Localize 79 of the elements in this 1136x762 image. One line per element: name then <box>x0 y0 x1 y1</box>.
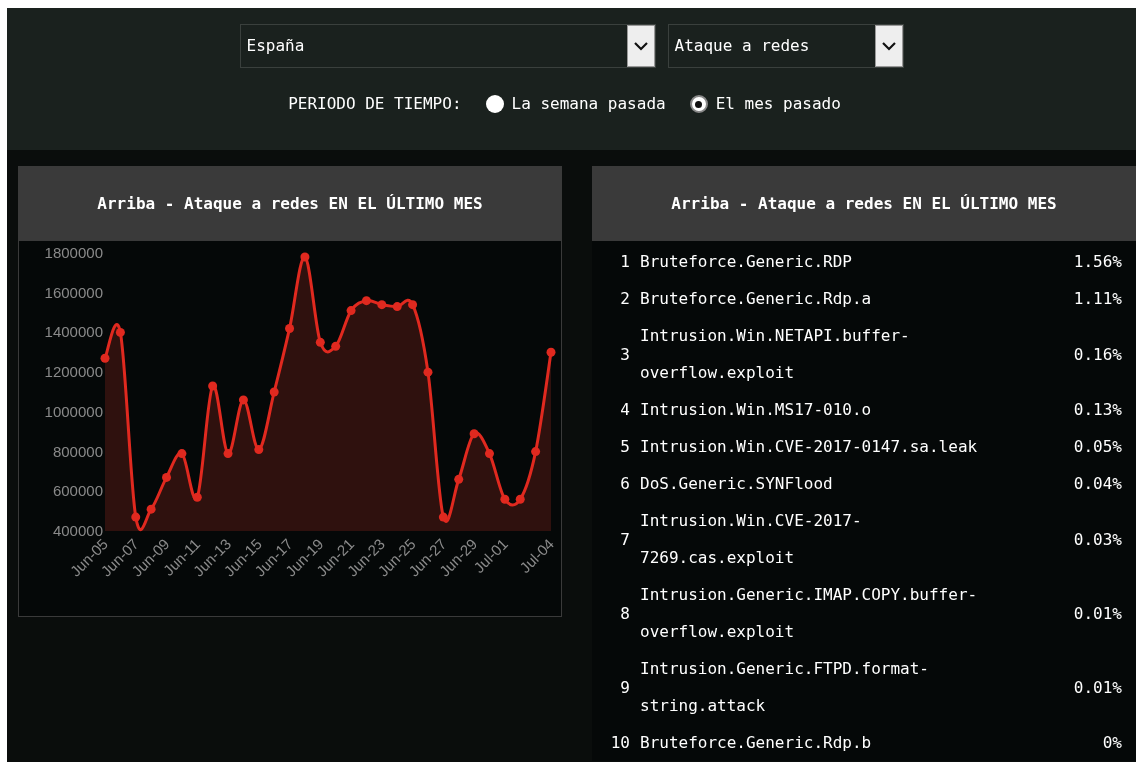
data-point <box>162 472 171 482</box>
data-point <box>392 302 402 312</box>
rank-number: 9 <box>619 676 631 699</box>
data-point <box>377 300 387 310</box>
axis-label: 1000000 <box>44 402 103 420</box>
rank-number: 4 <box>619 399 631 421</box>
rank-number: 1 <box>619 251 631 273</box>
data-point <box>361 296 371 306</box>
panel-header: Arriba - Ataque a redes EN EL ÚLTIMO MES <box>19 167 561 241</box>
data-point <box>146 504 156 514</box>
data-point <box>438 512 448 522</box>
radio-label: La semana pasada <box>511 93 666 115</box>
data-point <box>100 353 110 363</box>
data-point <box>500 494 510 504</box>
data-point <box>300 252 310 262</box>
axis-label: 1200000 <box>44 363 103 381</box>
radio-button[interactable] <box>485 95 504 113</box>
threat-name: DoS.Generic.SYNFlood <box>640 473 834 495</box>
radio-button[interactable] <box>689 95 708 113</box>
rank-number: 2 <box>619 288 631 310</box>
rank-number: 10 <box>609 732 631 754</box>
axis-label: 800000 <box>52 442 103 460</box>
threat-name: Bruteforce.Generic.RDP <box>640 251 853 273</box>
data-point <box>131 512 141 522</box>
axis-label: 1400000 <box>44 323 103 341</box>
share-value: 0.03% <box>1073 528 1122 551</box>
share-value: 1.56% <box>1073 251 1122 273</box>
share-value: 1.11% <box>1073 288 1122 310</box>
share-value: 0.01% <box>1073 676 1122 699</box>
chevron-down-icon <box>880 41 897 51</box>
data-point <box>346 306 356 316</box>
panel-header: Arriba - Ataque a redes EN EL ÚLTIMO MES <box>592 166 1136 241</box>
data-point <box>115 327 125 337</box>
share-value: 0.13% <box>1073 399 1122 421</box>
share-value: 0.01% <box>1073 602 1122 625</box>
data-point <box>423 367 433 377</box>
data-point <box>408 300 418 310</box>
rank-number: 8 <box>619 602 631 625</box>
threat-name: Intrusion.Win.CVE-2017-7269.cas.exploit <box>640 510 863 569</box>
data-point <box>331 341 341 351</box>
rank-number: 3 <box>619 343 631 366</box>
radio-label: El mes pasado <box>715 93 841 115</box>
data-point <box>315 337 325 347</box>
data-point <box>223 449 233 459</box>
dropdown[interactable]: Ataque a redes <box>667 24 904 68</box>
chevron-down-icon <box>632 41 649 51</box>
axis-label: 400000 <box>52 522 103 539</box>
rank-number: 7 <box>619 528 631 551</box>
rank-number: 6 <box>619 473 631 495</box>
data-point <box>192 492 202 502</box>
data-point <box>208 381 218 391</box>
axis-label: 600000 <box>52 482 103 500</box>
share-value: 0.16% <box>1073 343 1122 366</box>
data-point <box>469 429 479 439</box>
data-point <box>515 494 525 504</box>
threat-name: Bruteforce.Generic.Rdp.b <box>640 732 873 754</box>
data-point <box>285 323 295 333</box>
threat-name: Intrusion.Generic.FTPD.format-string.attack <box>640 658 930 717</box>
share-value: 0.05% <box>1073 436 1122 458</box>
threat-name: Bruteforce.Generic.Rdp.a <box>640 288 873 310</box>
threat-name: Intrusion.Win.MS17-010.o <box>640 399 873 421</box>
data-point <box>531 447 541 457</box>
data-point <box>269 387 279 397</box>
axis-label: 1600000 <box>44 283 103 301</box>
data-point <box>454 474 464 484</box>
dropdown[interactable]: España <box>239 24 656 68</box>
threat-name: Intrusion.Generic.IMAP.COPY.buffer-overflow.exploit <box>640 584 979 643</box>
axis-label: 1800000 <box>44 244 103 261</box>
data-point <box>485 449 494 459</box>
data-point <box>177 449 187 459</box>
rank-number: 5 <box>619 436 631 458</box>
data-point <box>238 395 248 405</box>
threat-name: Intrusion.Win.CVE-2017-0147.sa.leak <box>640 436 979 458</box>
data-point <box>254 445 264 455</box>
share-value: 0% <box>1102 732 1122 754</box>
threat-name: Intrusion.Win.NETAPI.buffer-overflow.exploit <box>640 325 911 384</box>
share-value: 0.04% <box>1073 473 1122 495</box>
period-label: PERIODO DE TIEMPO: <box>288 93 462 115</box>
data-point <box>546 347 556 357</box>
